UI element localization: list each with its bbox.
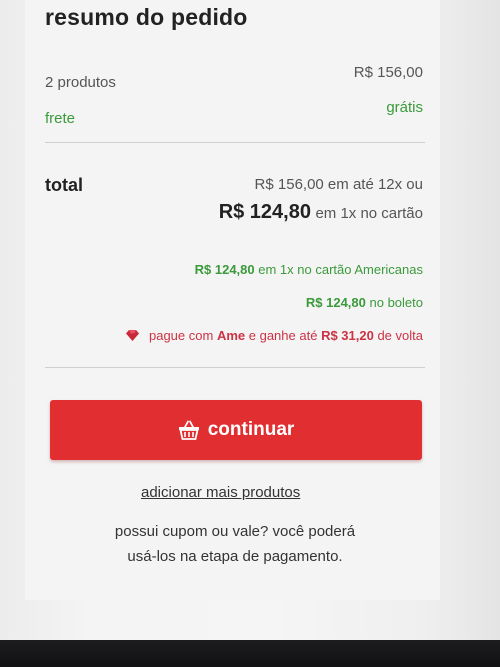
ame-cashback-offer: pague com Ame e ganhe até R$ 31,20 de vo…: [126, 328, 423, 344]
page-title: resumo do pedido: [45, 4, 248, 30]
americanas-card-price: R$ 124,80: [194, 262, 255, 277]
shipping-label: frete: [45, 110, 76, 127]
card-price: R$ 124,80 em 1x no cartão: [219, 201, 423, 224]
continue-button-label: continuar: [207, 419, 295, 440]
americanas-card-text: em 1x no cartão Americanas: [258, 262, 423, 277]
coupon-info: possui cupom ou vale? você poderá usá-lo…: [85, 519, 385, 569]
add-more-products-link[interactable]: adicionar mais produtos: [141, 484, 300, 501]
products-subtotal: R$ 156,00: [353, 64, 423, 81]
boleto-offer: R$ 124,80 no boleto: [306, 295, 423, 310]
coupon-info-line-1: possui cupom ou vale? você poderá: [114, 523, 356, 540]
divider: [45, 142, 425, 143]
boleto-text: no boleto: [369, 295, 424, 310]
ame-middle: e ganhe até: [248, 328, 318, 343]
continue-button[interactable]: continuar: [50, 400, 422, 460]
ame-brand: Ame: [216, 328, 246, 343]
coupon-info-line-2: usá-los na etapa de pagamento.: [127, 548, 343, 565]
ame-cashback-value: R$ 31,20: [321, 328, 374, 343]
boleto-price: R$ 124,80: [305, 295, 366, 310]
total-label: total: [45, 175, 83, 195]
americanas-card-offer: R$ 124,80 em 1x no cartão Americanas: [195, 262, 423, 277]
shopping-basket-icon: [178, 420, 200, 440]
card-price-value: R$ 124,80: [218, 201, 311, 223]
shipping-value: grátis: [386, 99, 423, 116]
monitor-bezel: [0, 640, 500, 667]
ame-suffix: de volta: [377, 328, 423, 343]
ruby-gem-icon: [126, 329, 140, 344]
products-count-label: 2 produtos: [45, 74, 116, 91]
installments-text: R$ 156,00 em até 12x ou: [254, 176, 423, 193]
ame-prefix: pague com: [148, 328, 214, 343]
card-price-suffix: em 1x no cartão: [315, 205, 423, 222]
divider: [45, 367, 425, 368]
screen: resumo do pedido 2 produtos R$ 156,00 fr…: [0, 0, 500, 640]
